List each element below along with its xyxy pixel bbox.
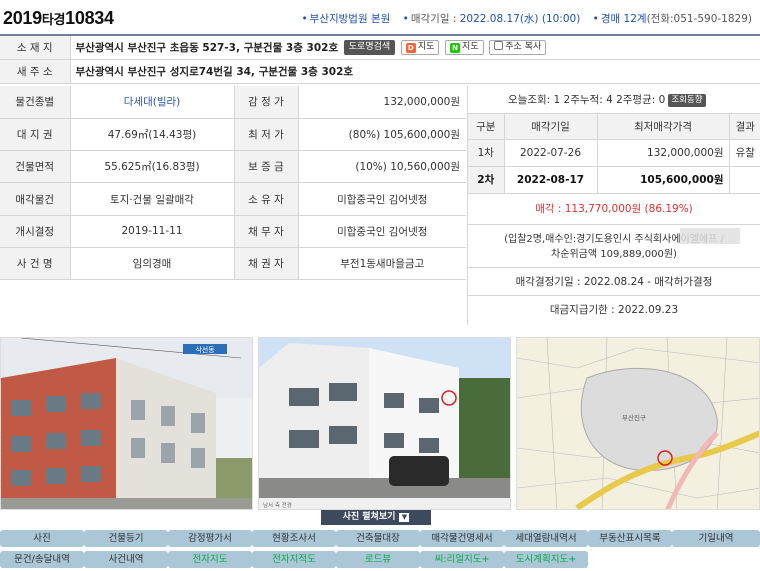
- phone: (전화:051-590-1829): [646, 13, 752, 25]
- winner-info: (입찰2명,매수인:경기도용인시 주식회사에이엘에프 / 차순위금액 109,8…: [468, 225, 760, 268]
- new-address-value: 부산광역시 부산진구 성지로74번길 34, 구분건물 3층 302호: [70, 59, 760, 84]
- sale-object: 토지·건물 일괄매각: [70, 182, 235, 216]
- start-decision-date: 2019-11-11: [70, 215, 235, 248]
- property-type[interactable]: 다세대(빌라): [70, 86, 235, 119]
- location-map[interactable]: 부산진구: [516, 337, 760, 510]
- round-table: 구분 매각기일 최저매각가격 결과 1차 2022-07-26 132,000,…: [468, 114, 760, 194]
- tab-sale-spec[interactable]: 매각물건명세서: [420, 530, 504, 547]
- location-value: 부산광역시 부산진구 초읍동 527-3, 구분건물 3층 302호: [75, 41, 339, 54]
- table-row: 개시결정 2019-11-11 채 무 자 미합중국인 김어넷정: [0, 215, 466, 248]
- sale-result: 매각 : 113,770,000원 (86.19%): [468, 194, 760, 225]
- table-row: 물건종별 다세대(빌라) 감 정 가 132,000,000원: [0, 86, 466, 119]
- address-table: 소 재 지 부산광역시 부산진구 초읍동 527-3, 구분건물 3층 302호…: [0, 34, 760, 84]
- map-label: 부산진구: [622, 413, 646, 422]
- tab-appraisal[interactable]: 감정평가서: [168, 530, 252, 547]
- view-stats: 오늘조회: 1 2주누적: 4 2주평균: 0 조회동향: [468, 86, 760, 114]
- copy-icon: [494, 41, 504, 50]
- daum-map-button[interactable]: D 지도: [400, 40, 440, 55]
- tab-e-map[interactable]: 전자지도: [168, 551, 252, 568]
- creditor: 부전1동새마을금고: [298, 247, 466, 281]
- case-number: 2019타경10834: [3, 8, 114, 28]
- photo-strip: 삭선동 남서 측 전경 부산진구: [0, 337, 760, 510]
- case-meta: • 부산지방법원 본원 • 매각기일 : 2022.08.17(水) (10:00)…: [301, 13, 752, 25]
- tab-building-ledger[interactable]: 건축물대장: [336, 530, 420, 547]
- land-area: 47.69㎡(14.43평): [70, 118, 235, 152]
- tab-status-report[interactable]: 현황조사서: [252, 530, 336, 547]
- chevron-down-icon: ▼: [399, 513, 410, 522]
- location-label: 소 재 지: [0, 35, 71, 60]
- view-trend-button[interactable]: 조회동향: [668, 94, 706, 107]
- daum-icon: D: [405, 43, 416, 53]
- naver-icon: N: [450, 43, 461, 53]
- property-info-table: 물건종별 다세대(빌라) 감 정 가 132,000,000원 대 지 권 47…: [0, 86, 466, 281]
- new-address-label: 새 주 소: [0, 59, 71, 84]
- blur-overlay: [680, 227, 740, 244]
- sale-date: 2022.08.17(水) (10:00): [459, 13, 581, 25]
- deposit: (10%) 10,560,000원: [298, 150, 466, 184]
- decision-date: 매각결정기일 : 2022.08.24 - 매각허가결정: [468, 268, 760, 296]
- court-name: 부산지방법원 본원: [309, 13, 391, 25]
- tab-photos[interactable]: 사진: [0, 530, 84, 547]
- photo-caption-1: 삭선동: [195, 345, 215, 354]
- debtor: 미합중국인 김어넷정: [298, 215, 466, 248]
- minimum-price: (80%) 105,600,000원: [298, 118, 466, 152]
- building-photo-1[interactable]: 삭선동: [0, 337, 253, 510]
- tab-cadastral-map[interactable]: 전자지적도: [252, 551, 336, 568]
- tab-case-history[interactable]: 사건내역: [84, 551, 168, 568]
- tab-urban-plan[interactable]: 도시계획지도+: [504, 551, 588, 568]
- case-header: 2019타경10834 • 부산지방법원 본원 • 매각기일 : 2022.08.1…: [0, 0, 760, 34]
- copy-address-button[interactable]: 주소 복사: [489, 40, 547, 55]
- table-row: 건물면적 55.625㎡(16.83평) 보 증 금 (10%) 10,560,…: [0, 150, 466, 184]
- naver-map-button[interactable]: N 지도: [445, 40, 484, 55]
- result-badge: 유찰: [729, 139, 760, 167]
- tab-documents[interactable]: 문건/송달내역: [0, 551, 84, 568]
- building-photo-2[interactable]: 남서 측 전경: [258, 337, 511, 510]
- owner: 미합중국인 김어넷정: [298, 182, 466, 216]
- tab-schedule[interactable]: 기일내역: [672, 530, 760, 547]
- payment-due: 대금지급기한 : 2022.09.23: [549, 303, 679, 316]
- tab-road-view[interactable]: 로드뷰: [336, 551, 420, 568]
- dept: 12계: [623, 13, 647, 25]
- table-row: 매각물건 토지·건물 일괄매각 소 유 자 미합중국인 김어넷정: [0, 182, 466, 216]
- building-area: 55.625㎡(16.83평): [70, 150, 235, 184]
- table-row: 2차 2022-08-17 105,600,000원: [468, 166, 760, 194]
- auction-panel: 오늘조회: 1 2주누적: 4 2주평균: 0 조회동향 구분 매각기일 최저매각…: [467, 86, 760, 325]
- appraisal-price: 132,000,000원: [298, 86, 466, 119]
- case-name: 임의경매: [70, 247, 235, 281]
- expand-photos-button[interactable]: 사진 펼쳐보기 ▼: [321, 510, 431, 525]
- road-search-button[interactable]: 도로명검색: [343, 40, 396, 55]
- table-row: 사 건 명 임의경매 채 권 자 부전1동새마을금고: [0, 247, 466, 281]
- tab-household-list[interactable]: 세대열람내역서: [504, 530, 588, 547]
- table-row: 대 지 권 47.69㎡(14.43평) 최 저 가 (80%) 105,600…: [0, 118, 466, 152]
- tab-property-list[interactable]: 부동산표시목록: [588, 530, 672, 547]
- table-row: 1차 2022-07-26 132,000,000원 유찰: [468, 139, 760, 167]
- photo-caption-2: 남서 측 전경: [263, 501, 292, 509]
- tab-building-registry[interactable]: 건물등기: [84, 530, 168, 547]
- tab-real-map[interactable]: 씨:리얼지도+: [420, 551, 504, 568]
